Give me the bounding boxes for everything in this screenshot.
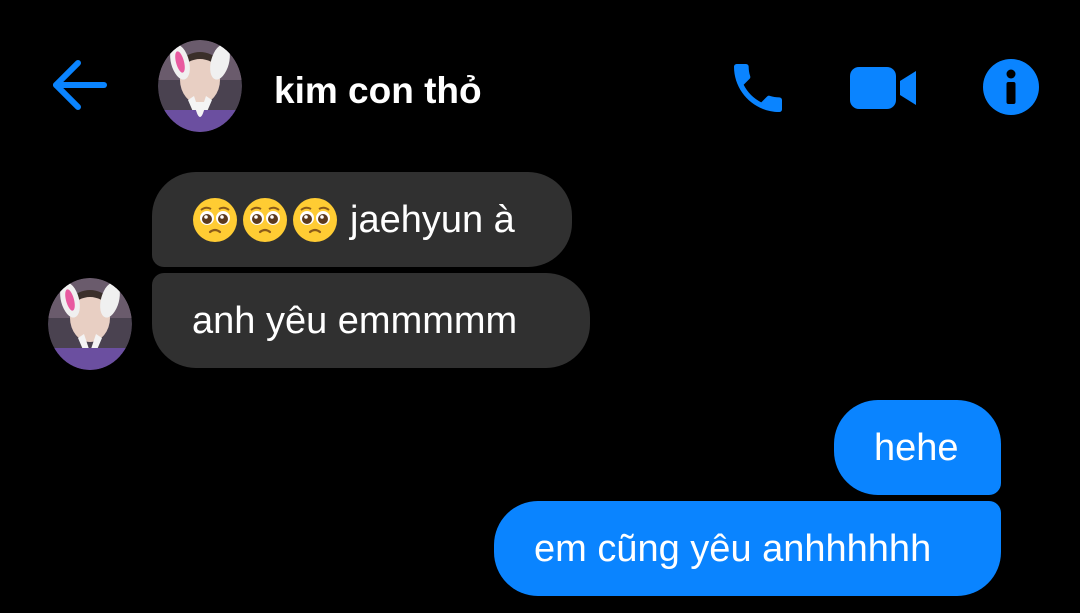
message-bubble-received[interactable]: jaehyun à xyxy=(152,172,572,267)
pleading-face-icon xyxy=(193,197,237,242)
video-camera-icon xyxy=(850,67,916,109)
info-button[interactable] xyxy=(978,54,1044,120)
avatar xyxy=(48,278,132,370)
message-text: hehe xyxy=(874,426,959,469)
message-bubble-sent[interactable]: em cũng yêu anhhhhhh xyxy=(494,501,1001,596)
message-text: em cũng yêu anhhhhhh xyxy=(534,527,932,570)
chat-header: kim con thỏ xyxy=(0,0,1080,160)
contact-avatar[interactable] xyxy=(158,40,242,132)
message-bubble-sent[interactable]: hehe xyxy=(834,400,1001,495)
avatar xyxy=(158,40,242,132)
message-sender-avatar[interactable] xyxy=(48,278,132,370)
message-text: jaehyun à xyxy=(350,198,515,241)
message-bubble-received[interactable]: anh yêu emmmmm xyxy=(152,273,590,368)
pleading-face-icon xyxy=(293,197,337,242)
pleading-face-icon xyxy=(243,197,287,242)
message-text: anh yêu emmmmm xyxy=(192,299,518,342)
phone-icon xyxy=(734,64,782,112)
arrow-left-icon xyxy=(53,60,107,110)
info-icon xyxy=(983,59,1039,115)
call-button[interactable] xyxy=(722,52,794,124)
contact-name[interactable]: kim con thỏ xyxy=(274,66,482,116)
video-call-button[interactable] xyxy=(844,58,924,118)
back-button[interactable] xyxy=(48,55,112,115)
emoji-group xyxy=(192,197,338,243)
